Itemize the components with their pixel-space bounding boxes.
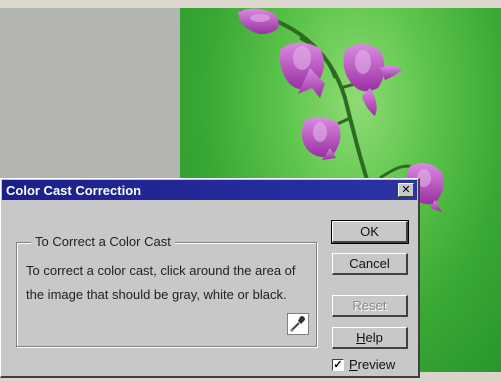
preview-label[interactable]: Preview (349, 357, 395, 372)
cancel-button[interactable]: Cancel (332, 253, 408, 275)
preview-mnemonic: P (349, 357, 358, 372)
ok-button[interactable]: OK (331, 220, 409, 244)
preview-option[interactable]: ✓ Preview (332, 357, 395, 372)
help-label-rest: elp (365, 330, 383, 345)
instructions-line: the image that should be gray, white or … (26, 287, 287, 302)
instructions-group: To Correct a Color Cast To correct a col… (16, 234, 317, 347)
eyedropper-tool-button[interactable] (287, 313, 309, 335)
instructions-line: To correct a color cast, click around th… (26, 263, 296, 278)
eyedropper-icon (289, 316, 305, 333)
close-icon: ✕ (401, 184, 411, 196)
ok-label: OK (360, 224, 379, 239)
color-cast-dialog: Color Cast Correction ✕ To Correct a Col… (0, 178, 420, 378)
help-label: Help (356, 330, 383, 345)
check-icon: ✓ (333, 358, 343, 371)
help-button[interactable]: Help (332, 327, 408, 349)
reset-button[interactable]: Reset (332, 295, 408, 317)
reset-label: Reset (352, 298, 387, 313)
preview-label-rest: review (357, 357, 396, 372)
group-title: To Correct a Color Cast (31, 234, 175, 249)
instructions-text: To correct a color cast, click around th… (26, 259, 316, 307)
close-button[interactable]: ✕ (398, 183, 414, 197)
dialog-titlebar[interactable]: Color Cast Correction ✕ (2, 180, 417, 200)
dialog-title: Color Cast Correction (6, 182, 142, 198)
help-mnemonic: H (356, 330, 366, 345)
preview-checkbox[interactable]: ✓ (332, 358, 344, 371)
cancel-label: Cancel (349, 256, 390, 271)
